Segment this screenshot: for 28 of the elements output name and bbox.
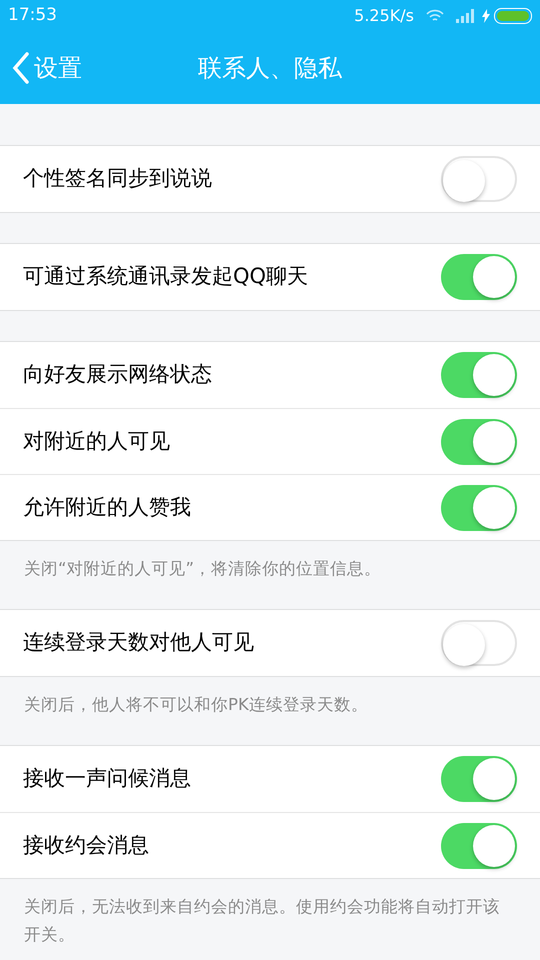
signal-icon [456,9,474,23]
setting-label: 个性签名同步到说说 [23,165,213,192]
page-title: 联系人、隐私 [198,53,342,84]
battery-icon [494,8,532,24]
toggle-switch[interactable] [441,352,517,398]
setting-label: 可通过系统通讯录发起QQ聊天 [23,263,310,290]
setting-label: 允许附近的人赞我 [23,494,192,521]
toggle-switch[interactable] [441,484,517,530]
toggle-switch[interactable] [441,620,517,666]
setting-label: 接收一声问候消息 [23,765,192,792]
toggle-switch[interactable] [441,822,517,868]
setting-note: 关闭后，无法收到来自约会的消息。使用约会功能将自动打开该开关。 [24,896,501,946]
setting-label: 向好友展示网络状态 [23,361,213,388]
toggle-switch[interactable] [441,156,517,202]
toggle-switch[interactable] [441,418,517,464]
toggle-switch[interactable] [441,756,517,802]
setting-label: 对附近的人可见 [23,428,171,455]
setting-note: 关闭后，他人将不可以和你PK连续登录天数。 [24,694,369,716]
toggle-switch[interactable] [441,254,517,300]
setting-note: 关闭“对附近的人可见”，将清除你的位置信息。 [24,558,382,580]
wifi-icon [426,9,444,23]
setting-label: 接收约会消息 [23,832,150,859]
charging-icon [482,9,490,23]
status-time: 17:53 [8,4,57,28]
chevron-left-icon [12,52,30,84]
network-speed: 5.25K/s [354,5,414,27]
setting-label: 连续登录天数对他人可见 [23,629,255,656]
back-button[interactable]: 设置 [12,50,82,86]
